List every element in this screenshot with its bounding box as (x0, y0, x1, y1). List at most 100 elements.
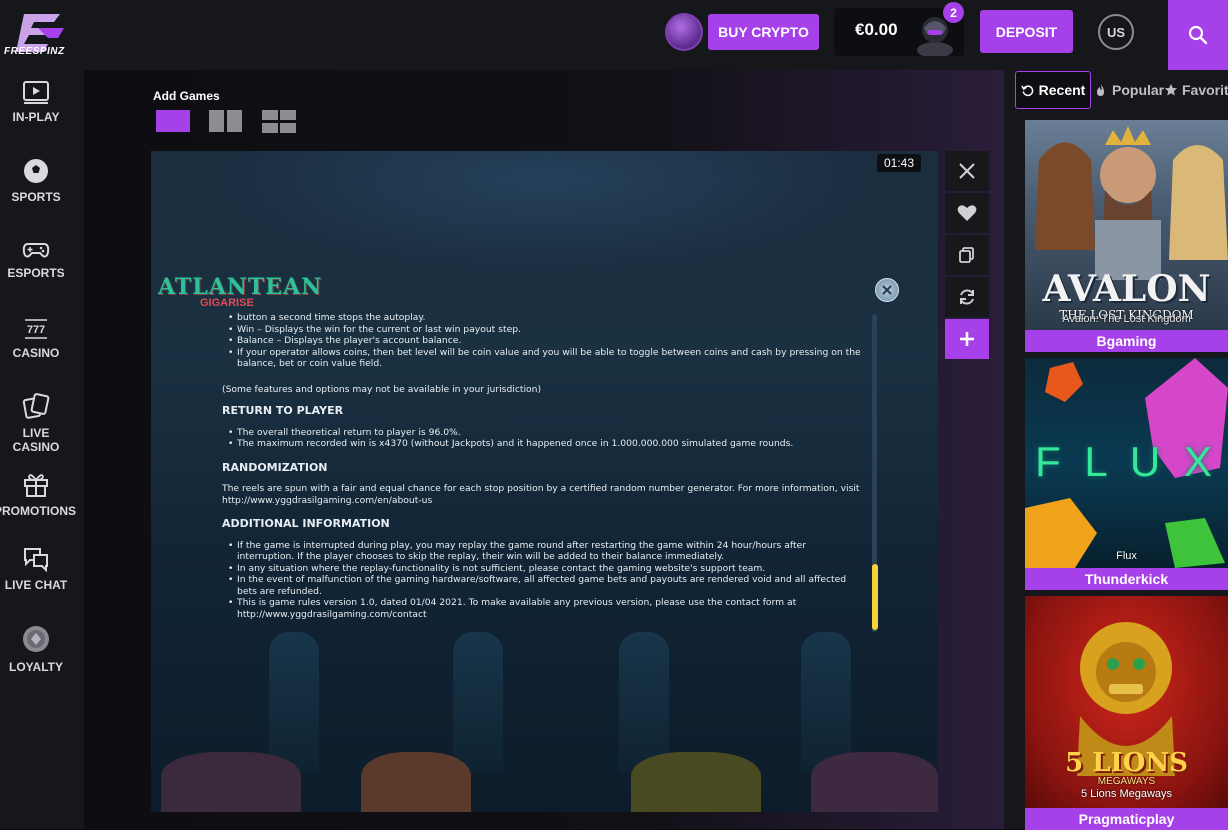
sidebar-item-label: LIVE CHAT (4, 578, 68, 592)
game-art-title: AVALON (1042, 268, 1211, 310)
close-icon (959, 163, 975, 179)
game-caption: Flux (1116, 550, 1137, 562)
cards-icon (22, 393, 50, 419)
add-game-button[interactable] (945, 319, 989, 359)
game-caption: Avalon: The Lost Kingdom (1062, 313, 1191, 325)
layout-dual-button-right[interactable] (227, 110, 242, 132)
game-card-flux[interactable]: F L U X Flux Thunderkick (1025, 358, 1228, 590)
layout-dual-button[interactable] (209, 110, 224, 132)
layout-quad-button[interactable] (262, 110, 296, 133)
history-icon (1020, 84, 1033, 96)
game-tools (945, 151, 989, 361)
sidebar-item-esports[interactable]: ESPORTS (0, 238, 72, 280)
game-provider: Thunderkick (1025, 568, 1228, 590)
rules-heading-rtp: RETURN TO PLAYER (222, 404, 344, 417)
sidebar-item-label: LOYALTY (8, 660, 63, 674)
game-card-5-lions[interactable]: 5 LIONS MEGAWAYS 5 Lions Megaways Pragma… (1025, 596, 1228, 830)
sidebar-item-label: ESPORTS (7, 266, 65, 280)
top-bar: FREESPINZ BUY CRYPTO €0.00 2 DEPOSIT US (0, 0, 1228, 70)
favorite-button[interactable] (945, 193, 989, 233)
game-thumbnail[interactable]: 5 LIONS MEGAWAYS 5 Lions Megaways (1025, 596, 1228, 808)
coral-decoration (811, 752, 938, 812)
close-game-button[interactable] (945, 151, 989, 191)
rules-heading-additional: ADDITIONAL INFORMATION (222, 517, 390, 530)
balance-amount: €0.00 (855, 20, 898, 39)
game-art-subtitle: MEGAWAYS (1097, 776, 1156, 787)
svg-text:777: 777 (27, 324, 45, 336)
rules-item: The maximum recorded win is x4370 (witho… (222, 438, 862, 450)
language-selector[interactable]: US (1098, 14, 1134, 50)
rules-item: The overall theoretical return to player… (222, 427, 862, 439)
layout-single-button[interactable] (156, 110, 190, 132)
brand-name: FREESPINZ (4, 46, 65, 57)
game-art-title: F L U X (1035, 438, 1218, 485)
game-card-avalon[interactable]: AVALON THE LOST KINGDOM Avalon: The Lost… (1025, 120, 1228, 352)
game-thumbnail[interactable]: AVALON THE LOST KINGDOM Avalon: The Lost… (1025, 120, 1228, 330)
sidebar-item-live-casino[interactable]: LIVE CASINO (0, 392, 72, 454)
rules-item: If your operator allows coins, then bet … (222, 347, 862, 370)
sidebar-item-in-play[interactable]: IN-PLAY (0, 80, 72, 124)
play-screen-icon (23, 81, 49, 104)
sidebar-item-loyalty[interactable]: LOYALTY (0, 624, 72, 674)
rules-item: In any situation where the replay-functi… (222, 563, 862, 575)
game-thumbnail[interactable]: F L U X Flux (1025, 358, 1228, 568)
rules-item: Win – Displays the win for the current o… (222, 324, 862, 336)
game-logo-sub: GIGARISE (200, 297, 254, 309)
sidebar-item-label: PROMOTIONS (0, 504, 77, 518)
soccer-ball-icon (24, 159, 48, 183)
rules-item: button a second time stops the autoplay. (222, 312, 862, 324)
sidebar-item-live-chat[interactable]: LIVE CHAT (0, 546, 72, 592)
sidebar-item-casino[interactable]: 777 CASINO (0, 318, 72, 360)
session-timer: 01:43 (877, 154, 921, 172)
tab-popular[interactable]: Popular (1095, 71, 1164, 109)
sidebar-item-label: LIVE CASINO (12, 426, 60, 454)
game-caption: 5 Lions Megaways (1080, 788, 1173, 800)
game-rules-text: button a second time stops the autoplay.… (222, 312, 862, 620)
sidebar-item-sports[interactable]: SPORTS (0, 158, 72, 204)
gift-icon (24, 474, 48, 497)
loyalty-coin-icon (23, 626, 49, 652)
rules-item: Balance – Displays the player's account … (222, 335, 862, 347)
copy-icon (959, 247, 974, 263)
pillar-decoration (269, 632, 319, 772)
sidebar-nav: IN-PLAY SPORTS ESPORTS 777 CASINO LIVE C… (0, 70, 84, 829)
sidebar-item-promotions[interactable]: PROMOTIONS (0, 470, 76, 518)
tab-label: Recent (1038, 82, 1086, 98)
copy-button[interactable] (945, 235, 989, 275)
crypto-orb-icon[interactable] (665, 13, 703, 51)
buy-crypto-button[interactable]: BUY CRYPTO (708, 14, 819, 50)
rules-scrollbar-thumb[interactable] (872, 564, 878, 630)
rules-randomization-text: The reels are spun with a fair and equal… (222, 483, 860, 506)
deposit-button[interactable]: DEPOSIT (980, 10, 1073, 53)
tab-recent[interactable]: Recent (1015, 71, 1091, 109)
search-icon (1188, 25, 1208, 45)
pillar-decoration (801, 632, 851, 772)
pillar-decoration (619, 632, 669, 772)
pillar-decoration (453, 632, 503, 772)
close-icon (882, 285, 892, 295)
rules-item: In the event of malfunction of the gamin… (222, 574, 862, 597)
game-provider: Pragmaticplay (1025, 808, 1228, 830)
game-provider: Bgaming (1025, 330, 1228, 352)
rules-note: (Some features and options may not be av… (222, 383, 542, 395)
reload-button[interactable] (945, 277, 989, 317)
plus-icon (960, 332, 974, 346)
notification-count-badge: 2 (943, 2, 964, 23)
add-games-label: Add Games (153, 89, 220, 103)
game-art-title: 5 LIONS (1065, 748, 1188, 778)
rules-heading-randomization: RANDOMIZATION (222, 460, 328, 474)
close-rules-button[interactable] (875, 278, 899, 302)
coral-decoration (361, 752, 471, 812)
rules-item: If the game is interrupted during play, … (222, 540, 862, 563)
search-button[interactable] (1168, 0, 1228, 70)
slot-777-icon: 777 (25, 319, 47, 339)
gamepad-icon (22, 243, 50, 258)
star-icon (1165, 84, 1177, 96)
chat-bubbles-icon (24, 548, 48, 572)
cave-background (151, 151, 938, 291)
refresh-icon (960, 289, 974, 305)
rules-item: This is game rules version 1.0, dated 01… (222, 597, 862, 620)
sidebar-item-label: IN-PLAY (12, 110, 60, 124)
tab-favorites[interactable]: Favorit (1164, 71, 1228, 109)
sidebar-item-label: CASINO (12, 346, 60, 360)
